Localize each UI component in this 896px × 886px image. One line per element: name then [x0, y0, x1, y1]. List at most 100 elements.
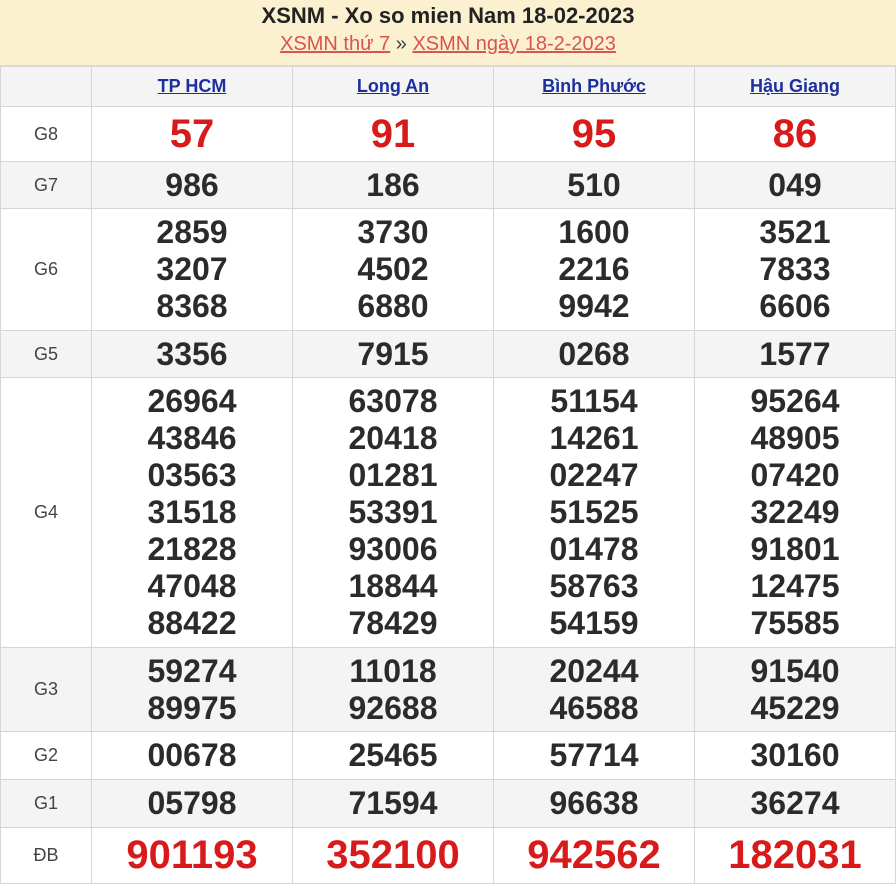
prize-value: 86 — [694, 106, 896, 162]
prize-row-g3: G3 59274 89975 11018 92688 20244 46588 9… — [0, 647, 896, 732]
prize-label: G2 — [0, 731, 92, 780]
prize-value: 91801 — [750, 531, 840, 567]
prize-cell: 95264 48905 07420 32249 91801 12475 7558… — [694, 377, 896, 648]
special-prize-value: 942562 — [493, 827, 695, 884]
prize-value: 71594 — [292, 779, 494, 828]
prize-cell: 51154 14261 02247 51525 01478 58763 5415… — [493, 377, 695, 648]
prize-value: 01478 — [549, 531, 639, 567]
prize-value: 20418 — [348, 420, 438, 456]
prize-value: 88422 — [147, 605, 237, 641]
prize-cell: 20244 46588 — [493, 647, 695, 732]
prize-label: G3 — [0, 647, 92, 732]
province-header-row: TP HCM Long An Bình Phước Hậu Giang — [0, 66, 896, 107]
prize-value: 43846 — [147, 420, 237, 456]
prize-value: 049 — [694, 161, 896, 209]
prize-value: 7833 — [759, 251, 831, 287]
prize-row-g5: G5 3356 7915 0268 1577 — [0, 330, 896, 378]
prize-cell: 91540 45229 — [694, 647, 896, 732]
prize-value: 45229 — [750, 689, 840, 726]
prize-value: 02247 — [549, 457, 639, 493]
prize-value: 14261 — [549, 420, 639, 456]
prize-value: 3521 — [759, 214, 831, 250]
prize-value: 05798 — [91, 779, 293, 828]
province-link-tp-hcm[interactable]: TP HCM — [158, 76, 227, 96]
province-link-long-an[interactable]: Long An — [357, 76, 429, 96]
prize-value: 95 — [493, 106, 695, 162]
special-prize-value: 352100 — [292, 827, 494, 884]
prize-value: 07420 — [750, 457, 840, 493]
prize-cell: 59274 89975 — [91, 647, 293, 732]
prize-value: 47048 — [147, 568, 237, 604]
prize-label: G6 — [0, 208, 92, 331]
prize-cell: 3521 7833 6606 — [694, 208, 896, 331]
prize-value: 21828 — [147, 531, 237, 567]
province-header: Bình Phước — [493, 66, 695, 107]
prize-value: 01281 — [348, 457, 438, 493]
link-xsmn-weekday[interactable]: XSMN thứ 7 — [280, 33, 390, 55]
prize-value: 53391 — [348, 494, 438, 530]
prize-value: 3207 — [156, 251, 228, 287]
prize-label: G5 — [0, 330, 92, 378]
prize-value: 31518 — [147, 494, 237, 530]
prize-value: 25465 — [292, 731, 494, 780]
prize-cell: 3730 4502 6880 — [292, 208, 494, 331]
special-prize-value: 182031 — [694, 827, 896, 884]
prize-value: 96638 — [493, 779, 695, 828]
province-header: Hậu Giang — [694, 66, 896, 107]
breadcrumb: XSMN thứ 7 » XSMN ngày 18-2-2023 — [0, 30, 896, 58]
page-title: XSNM - Xo so mien Nam 18-02-2023 — [261, 3, 635, 28]
prize-cell: 63078 20418 01281 53391 93006 18844 7842… — [292, 377, 494, 648]
prize-value: 510 — [493, 161, 695, 209]
prize-value: 1577 — [694, 330, 896, 378]
prize-value: 51525 — [549, 494, 639, 530]
prize-value: 6880 — [357, 288, 429, 324]
results-table: TP HCM Long An Bình Phước Hậu Giang G8 5… — [0, 66, 896, 884]
prize-value: 51154 — [550, 383, 638, 419]
prize-value: 03563 — [147, 457, 237, 493]
prize-value: 48905 — [750, 420, 840, 456]
prize-value: 12475 — [750, 568, 840, 604]
prize-label: G7 — [0, 161, 92, 209]
prize-value: 57714 — [493, 731, 695, 780]
prize-value: 78429 — [348, 605, 438, 641]
prize-value: 3356 — [91, 330, 293, 378]
prize-value: 63078 — [348, 383, 438, 419]
prize-value: 7915 — [292, 330, 494, 378]
prize-cell: 1600 2216 9942 — [493, 208, 695, 331]
prize-row-g4: G4 26964 43846 03563 31518 21828 47048 8… — [0, 377, 896, 648]
prize-value: 9942 — [558, 288, 630, 324]
province-link-hau-giang[interactable]: Hậu Giang — [750, 76, 840, 96]
prize-label: G1 — [0, 779, 92, 828]
prize-value: 11018 — [349, 652, 437, 689]
prize-value: 3730 — [357, 214, 429, 250]
link-xsmn-date[interactable]: XSMN ngày 18-2-2023 — [412, 33, 615, 55]
prize-value: 93006 — [348, 531, 438, 567]
prize-row-g7: G7 986 186 510 049 — [0, 161, 896, 209]
special-prize-value: 901193 — [91, 827, 293, 884]
prize-value: 30160 — [694, 731, 896, 780]
corner-cell — [0, 66, 92, 107]
prize-value: 91540 — [750, 652, 840, 689]
prize-value: 75585 — [750, 605, 840, 641]
prize-value: 8368 — [156, 288, 228, 324]
prize-value: 2859 — [156, 214, 228, 250]
prize-value: 91 — [292, 106, 494, 162]
prize-value: 1600 — [558, 214, 630, 250]
prize-label: G4 — [0, 377, 92, 648]
prize-value: 92688 — [348, 689, 438, 726]
results-header: XSNM - Xo so mien Nam 18-02-2023 XSMN th… — [0, 0, 896, 66]
prize-value: 20244 — [549, 652, 639, 689]
prize-value: 57 — [91, 106, 293, 162]
prize-value: 59274 — [147, 652, 237, 689]
prize-row-g8: G8 57 91 95 86 — [0, 106, 896, 162]
province-link-binh-phuoc[interactable]: Bình Phước — [542, 76, 646, 96]
prize-row-special: ĐB 901193 352100 942562 182031 — [0, 827, 896, 884]
prize-value: 58763 — [549, 568, 639, 604]
province-header: TP HCM — [91, 66, 293, 107]
prize-cell: 11018 92688 — [292, 647, 494, 732]
prize-value: 0268 — [493, 330, 695, 378]
prize-value: 32249 — [750, 494, 840, 530]
prize-value: 4502 — [357, 251, 429, 287]
prize-value: 986 — [91, 161, 293, 209]
prize-value: 18844 — [348, 568, 438, 604]
